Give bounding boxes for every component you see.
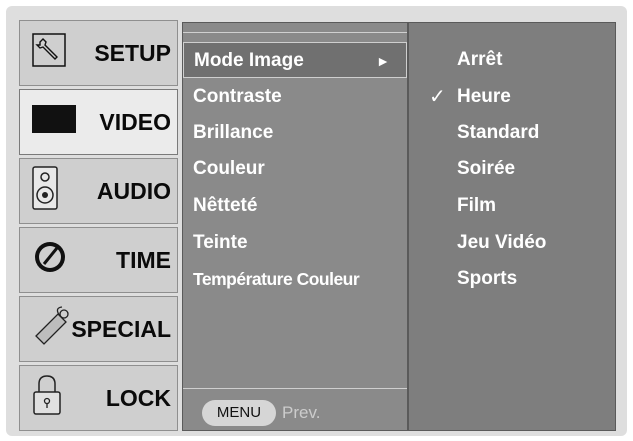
main-menu-video[interactable]: VIDEO (19, 89, 178, 155)
submenu-item-label: Couleur (193, 158, 265, 179)
option-soiree[interactable]: Soirée (409, 151, 615, 187)
submenu-item-label: Mode Image (194, 50, 304, 71)
main-menu-label: SETUP (94, 39, 171, 66)
submenu-item-label: Température Couleur (193, 269, 360, 289)
option-label: Jeu Vidéo (457, 232, 547, 253)
menu-button[interactable]: MENU (202, 400, 276, 426)
submenu-item-brillance[interactable]: Brillance (183, 115, 407, 151)
option-sports[interactable]: Sports (409, 261, 615, 297)
option-label: Film (457, 195, 497, 216)
submenu-item-contraste[interactable]: Contraste (183, 79, 407, 115)
option-label: Soirée (457, 158, 516, 179)
submenu-item-teinte[interactable]: Teinte (183, 225, 407, 261)
main-menu-label: TIME (116, 246, 171, 273)
submenu-item-label: Nêtteté (193, 195, 258, 216)
main-menu-setup[interactable]: SETUP (19, 20, 178, 86)
option-label: Arrêt (457, 49, 503, 70)
submenu-item-couleur[interactable]: Couleur (183, 151, 407, 187)
option-heure[interactable]: ✓ Heure (409, 79, 615, 115)
option-arret[interactable]: Arrêt (409, 42, 615, 78)
prev-label: Prev. (282, 403, 321, 422)
main-menu-label: SPECIAL (71, 315, 171, 342)
main-menu-special[interactable]: SPECIAL (19, 296, 178, 362)
option-standard[interactable]: Standard (409, 115, 615, 151)
option-label: Standard (457, 122, 540, 143)
submenu-item-label: Brillance (193, 122, 274, 143)
submenu-item-nettete[interactable]: Nêtteté (183, 188, 407, 224)
submenu-item-temperature-couleur[interactable]: Température Couleur (183, 261, 407, 297)
option-label: Sports (457, 268, 518, 289)
video-submenu: Mode Image ► Contraste Brillance Couleur… (182, 22, 408, 431)
main-menu-time[interactable]: TIME (19, 227, 178, 293)
submenu-item-mode-image[interactable]: Mode Image ► (183, 42, 407, 78)
option-jeu-video[interactable]: Jeu Vidéo (409, 225, 615, 261)
main-menu-label: AUDIO (96, 177, 171, 204)
option-label: Heure (457, 86, 511, 107)
divider (183, 388, 407, 389)
submenu-item-label: Teinte (193, 232, 248, 253)
main-menu-lock[interactable]: LOCK (19, 365, 178, 431)
option-film[interactable]: Film (409, 188, 615, 224)
main-menu-label: LOCK (105, 384, 171, 411)
main-menu-label: VIDEO (99, 108, 171, 135)
submenu-item-label: Contraste (193, 86, 282, 107)
mode-image-options: Arrêt ✓ Heure Standard Soirée Film Jeu V… (408, 22, 616, 431)
checkmark-icon: ✓ (429, 86, 446, 108)
divider (183, 32, 407, 33)
main-menu-audio[interactable]: AUDIO (19, 158, 178, 224)
arrow-right-icon: ► (376, 53, 390, 69)
main-menu: SETUP VIDEO AUDIO TIME SPECIAL LOCK (19, 20, 178, 431)
